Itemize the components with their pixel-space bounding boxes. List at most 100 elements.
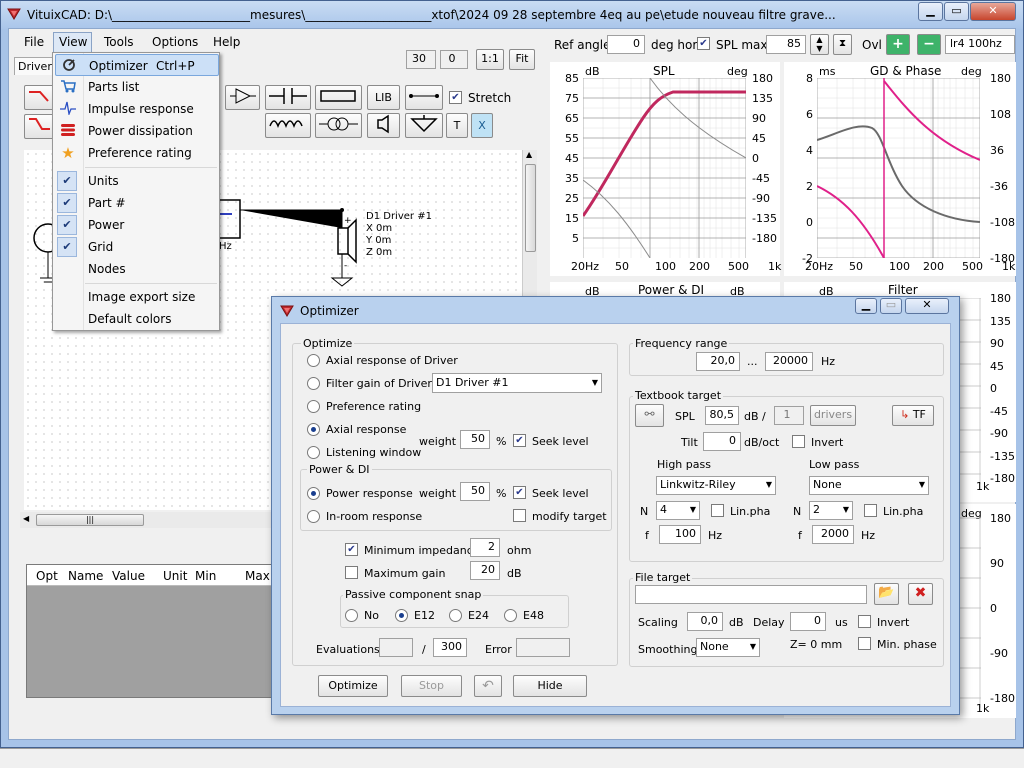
inductor-button[interactable] xyxy=(265,113,311,138)
filter-preset-field[interactable]: lr4 100hz xyxy=(945,35,1015,54)
seek-level-checkbox[interactable]: ✔ xyxy=(513,434,526,447)
radio-filter-gain-driver[interactable] xyxy=(307,377,320,390)
power-weight-input[interactable]: 50 xyxy=(460,482,490,501)
smoothing-select[interactable]: None xyxy=(696,638,760,657)
radio-snap-no[interactable] xyxy=(345,609,358,622)
ground-button[interactable] xyxy=(405,113,443,138)
scroll-left-icon[interactable]: ◀ xyxy=(23,514,29,523)
delete-button[interactable]: X xyxy=(471,113,493,138)
menu-tools[interactable]: Tools xyxy=(104,35,134,49)
lp-lin-pha-checkbox[interactable] xyxy=(864,504,877,517)
radio-listening-window[interactable] xyxy=(307,446,320,459)
min-phase-checkbox[interactable] xyxy=(858,637,871,650)
remove-button[interactable]: − xyxy=(917,34,941,55)
menu-item-part-number[interactable]: ✔ Part # xyxy=(55,192,219,214)
optimize-button[interactable]: Optimize xyxy=(318,675,388,697)
spl-max-spinner[interactable]: ▲ ▼ xyxy=(810,34,829,55)
radio-snap-e48[interactable] xyxy=(504,609,517,622)
hide-button[interactable]: Hide xyxy=(513,675,587,697)
resistor-button[interactable] xyxy=(315,85,362,110)
drivers-button[interactable]: drivers xyxy=(810,405,856,426)
offset-value[interactable]: 0 xyxy=(440,50,468,69)
dialog-maximize-button[interactable]: ▭ xyxy=(880,298,902,314)
driver-button[interactable] xyxy=(367,113,400,138)
menu-item-parts-list[interactable]: Parts list xyxy=(55,76,219,98)
amplifier-button[interactable] xyxy=(225,85,260,110)
maximize-button[interactable]: ▭ xyxy=(944,2,969,21)
menu-item-impulse-response[interactable]: Impulse response xyxy=(55,98,219,120)
radio-axial-response-driver[interactable] xyxy=(307,354,320,367)
file-target-path[interactable] xyxy=(635,585,867,604)
zoom-value[interactable]: 30 xyxy=(406,50,436,69)
stretch-checkbox[interactable]: ✔ xyxy=(449,91,462,104)
power-seek-level-checkbox[interactable]: ✔ xyxy=(513,486,526,499)
tilt-input[interactable]: 0 xyxy=(703,432,741,451)
radio-power-response[interactable] xyxy=(307,487,320,500)
drivers-count-input[interactable]: 1 xyxy=(774,406,804,425)
modify-target-checkbox[interactable] xyxy=(513,509,526,522)
clear-file-button[interactable]: ✖ xyxy=(908,583,933,605)
min-impedance-checkbox[interactable]: ✔ xyxy=(345,543,358,556)
lp-order-select[interactable]: 2 xyxy=(809,501,853,520)
open-file-button[interactable]: 📂 xyxy=(874,583,899,605)
radio-preference-rating[interactable] xyxy=(307,400,320,413)
menu-item-default-colors[interactable]: Default colors xyxy=(55,308,219,330)
min-impedance-input[interactable]: 2 xyxy=(470,538,500,557)
menu-item-units[interactable]: ✔ Units xyxy=(55,170,219,192)
stop-button[interactable]: Stop xyxy=(401,675,462,697)
tab-drivers[interactable]: Drivers xyxy=(14,57,58,75)
menu-item-nodes[interactable]: Nodes xyxy=(55,258,219,280)
highpass-shape-button[interactable] xyxy=(24,85,54,110)
radio-snap-e12[interactable] xyxy=(395,609,408,622)
dialog-minimize-button[interactable]: ▁ xyxy=(855,298,877,314)
radio-axial-response[interactable] xyxy=(307,423,320,436)
menu-options[interactable]: Options xyxy=(152,35,198,49)
scroll-up-icon[interactable]: ▲ xyxy=(526,150,532,159)
undo-button[interactable]: ↶ xyxy=(474,675,502,697)
fit-button[interactable]: Fit xyxy=(509,49,535,70)
evaluations-max-input[interactable]: 300 xyxy=(433,638,467,657)
close-button[interactable]: ✕ xyxy=(970,2,1016,21)
add-button[interactable]: + xyxy=(886,34,910,55)
spl-max-checkbox[interactable]: ✔ xyxy=(697,37,710,50)
one-to-one-button[interactable]: 1:1 xyxy=(476,49,504,70)
menu-view[interactable]: View xyxy=(59,35,87,49)
lowpass-shape-button[interactable] xyxy=(24,114,54,139)
capacitor-button[interactable] xyxy=(265,85,311,110)
max-gain-input[interactable]: 20 xyxy=(470,561,500,580)
tf-button[interactable]: ↳ TF xyxy=(892,405,934,426)
library-button[interactable]: LIB xyxy=(367,85,400,110)
menu-file[interactable]: File xyxy=(24,35,44,49)
spl-max-input[interactable]: 85 xyxy=(766,35,806,54)
horizontal-scrollbar[interactable]: ◀ ||| xyxy=(20,512,272,528)
minimize-button[interactable]: ▁ xyxy=(918,2,943,21)
target-spl-input[interactable]: 80,5 xyxy=(705,406,739,425)
low-pass-type-select[interactable]: None xyxy=(809,476,929,495)
menu-item-optimizer[interactable]: Optimizer Ctrl+P xyxy=(55,54,219,76)
invert-file-checkbox[interactable] xyxy=(858,615,871,628)
text-button[interactable]: T xyxy=(446,113,468,138)
freq-max-input[interactable]: 20000 xyxy=(765,352,813,371)
transformer-button[interactable] xyxy=(315,113,362,138)
menu-item-power[interactable]: ✔ Power xyxy=(55,214,219,236)
scaling-input[interactable]: 0,0 xyxy=(687,612,723,631)
freq-min-input[interactable]: 20,0 xyxy=(696,352,740,371)
lp-freq-input[interactable]: 2000 xyxy=(812,525,854,544)
menu-item-power-dissipation[interactable]: Power dissipation xyxy=(55,120,219,142)
weight-input[interactable]: 50 xyxy=(460,430,490,449)
high-pass-type-select[interactable]: Linkwitz-Riley xyxy=(656,476,776,495)
radio-snap-e24[interactable] xyxy=(449,609,462,622)
menu-help[interactable]: Help xyxy=(213,35,240,49)
target-preset-button[interactable]: ⚯ xyxy=(635,404,664,427)
wire-button[interactable] xyxy=(405,85,443,110)
radio-in-room-response[interactable] xyxy=(307,510,320,523)
delay-input[interactable]: 0 xyxy=(790,612,826,631)
ref-angle-input[interactable]: 0 xyxy=(607,35,645,54)
menu-item-preference-rating[interactable]: ★ Preference rating xyxy=(55,142,219,164)
invert-target-checkbox[interactable] xyxy=(792,435,805,448)
driver-select[interactable]: D1 Driver #1 xyxy=(432,373,602,393)
hp-lin-pha-checkbox[interactable] xyxy=(711,504,724,517)
spl-range-button[interactable]: ⧗ xyxy=(833,34,852,55)
parts-table[interactable]: Opt Name Value Unit Min Max xyxy=(26,564,273,698)
menu-item-image-export-size[interactable]: Image export size xyxy=(55,286,219,308)
